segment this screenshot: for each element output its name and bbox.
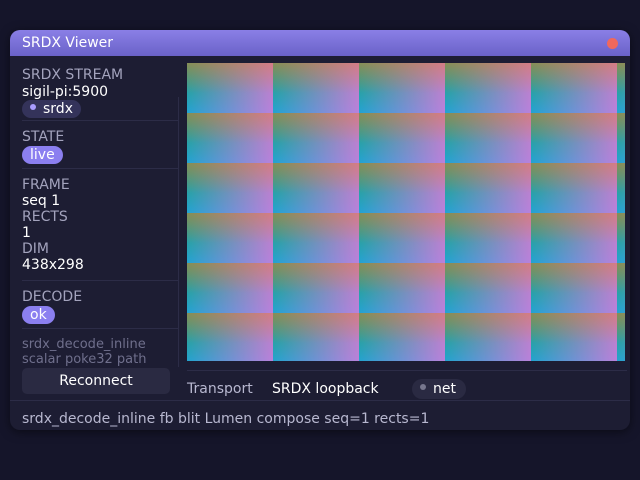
framebuffer-tile: [617, 213, 625, 263]
frame-label: FRAME: [22, 177, 70, 193]
framebuffer-tile: [273, 163, 359, 213]
framebuffer-tile: [359, 263, 445, 313]
rects-value: 1: [22, 225, 31, 241]
srdx-viewer-window: SRDX Viewer SRDX STREAM sigil-pi:5900 sr…: [10, 30, 630, 430]
framebuffer-tile: [187, 213, 273, 263]
framebuffer-tile: [359, 63, 445, 113]
status-dot-icon: [30, 104, 36, 110]
framebuffer-tile: [273, 213, 359, 263]
framebuffer-tile: [445, 263, 531, 313]
framebuffer-tile: [531, 213, 617, 263]
framebuffer-tile: [187, 113, 273, 163]
framebuffer-tile: [359, 313, 445, 361]
framebuffer-tile: [273, 63, 359, 113]
close-icon[interactable]: [607, 38, 618, 49]
framebuffer-tile: [187, 313, 273, 361]
framebuffer-tile: [359, 213, 445, 263]
framebuffer-tile: [187, 263, 273, 313]
framebuffer-tile: [617, 163, 625, 213]
stream-label: SRDX STREAM: [22, 67, 124, 83]
stream-value: sigil-pi:5900: [22, 84, 109, 100]
framebuffer-tile: [617, 263, 625, 313]
framebuffer-tile: [445, 213, 531, 263]
state-badge: live: [22, 146, 63, 164]
framebuffer-tile: [445, 163, 531, 213]
framebuffer-tile: [445, 63, 531, 113]
framebuffer-tile: [531, 313, 617, 361]
rects-label: RECTS: [22, 209, 68, 225]
framebuffer-tile: [187, 63, 273, 113]
framebuffer-tile: [617, 63, 625, 113]
framebuffer-tile: [445, 113, 531, 163]
net-badge: net: [412, 379, 466, 399]
framebuffer-tile: [531, 63, 617, 113]
frame-value: seq 1: [22, 193, 61, 209]
reconnect-button[interactable]: Reconnect: [22, 368, 170, 394]
framebuffer-tile: [273, 263, 359, 313]
transport-value: SRDX loopback: [272, 381, 379, 397]
title-bar[interactable]: SRDX Viewer: [10, 30, 630, 56]
stream-tag-badge: srdx: [22, 100, 81, 118]
framebuffer-tile: [273, 313, 359, 361]
framebuffer-tile: [359, 163, 445, 213]
status-bar: srdx_decode_inline fb blit Lumen compose…: [22, 411, 430, 427]
framebuffer-tile: [187, 163, 273, 213]
decode-note-line1: srdx_decode_inline: [22, 337, 146, 352]
framebuffer-tile: [273, 113, 359, 163]
framebuffer-viewport[interactable]: [187, 63, 625, 361]
dim-label: DIM: [22, 241, 49, 257]
window-title: SRDX Viewer: [22, 35, 114, 51]
framebuffer-tile: [617, 113, 625, 163]
divider: [10, 400, 630, 401]
framebuffer-tile: [617, 313, 625, 361]
divider: [22, 280, 178, 281]
framebuffer-tile: [359, 113, 445, 163]
transport-label: Transport: [187, 381, 253, 397]
decode-label: DECODE: [22, 289, 83, 305]
framebuffer-tile: [531, 163, 617, 213]
decode-note-line2: scalar poke32 path: [22, 352, 147, 367]
framebuffer-tile: [445, 313, 531, 361]
divider: [187, 370, 627, 371]
divider: [22, 120, 178, 121]
decode-badge: ok: [22, 306, 55, 324]
framebuffer-tile: [531, 263, 617, 313]
dim-value: 438x298: [22, 257, 84, 273]
net-badge-label: net: [433, 381, 456, 397]
stream-tag-label: srdx: [43, 101, 73, 117]
net-status-dot-icon: [420, 384, 426, 390]
vertical-divider: [178, 97, 179, 367]
divider: [22, 168, 178, 169]
framebuffer-tile: [531, 113, 617, 163]
divider: [22, 328, 178, 329]
state-label: STATE: [22, 129, 65, 145]
